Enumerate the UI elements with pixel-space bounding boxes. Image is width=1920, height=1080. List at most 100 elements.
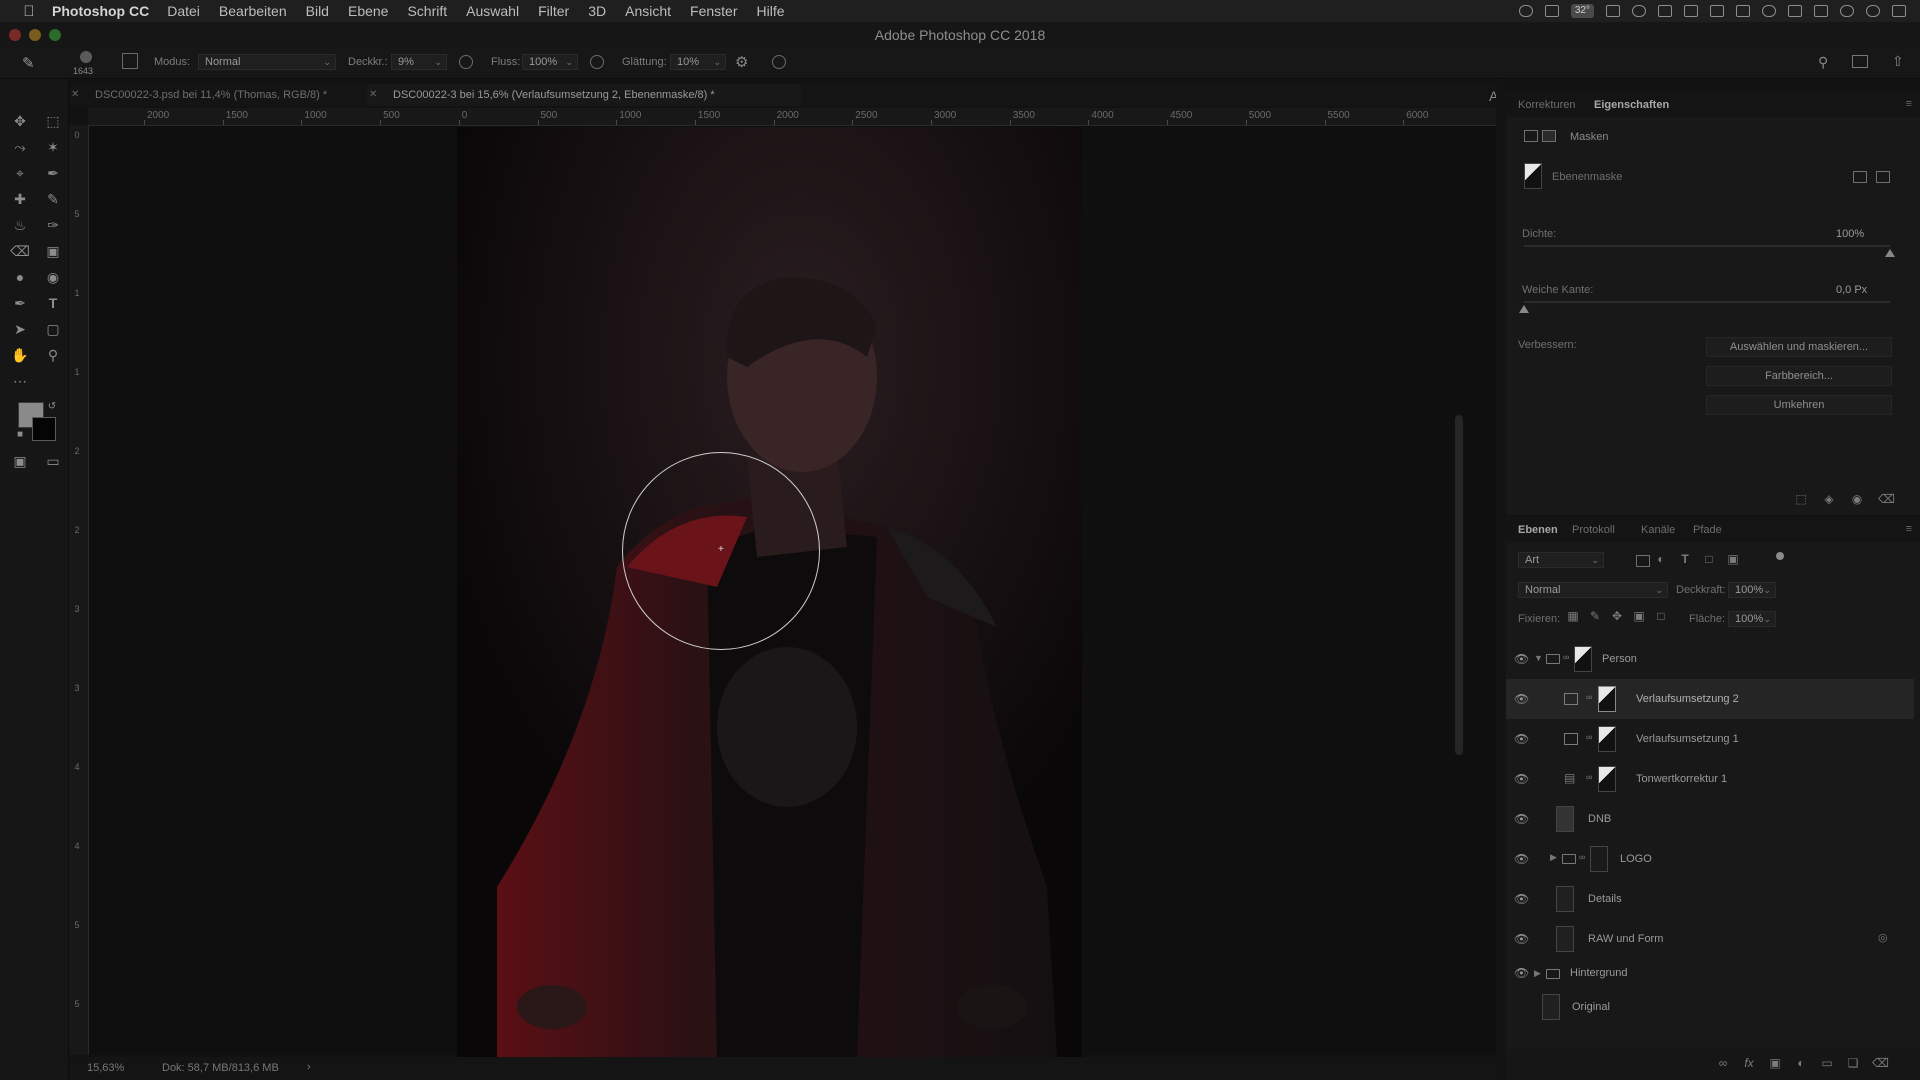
menu-ebene[interactable]: Ebene bbox=[348, 3, 388, 19]
filter-type-icon[interactable]: T bbox=[1678, 552, 1692, 566]
menu-ansicht[interactable]: Ansicht bbox=[625, 3, 671, 19]
filter-smart-object-icon[interactable]: ▣ bbox=[1726, 552, 1740, 566]
crop-tool-icon[interactable]: ⌖ bbox=[10, 163, 30, 183]
visibility-eye-icon[interactable]: 👁 bbox=[1514, 772, 1529, 786]
lock-all-icon[interactable]: □ bbox=[1654, 609, 1668, 623]
vertical-scrollbar[interactable] bbox=[1455, 415, 1463, 755]
apply-mask-icon[interactable]: ◈ bbox=[1822, 492, 1836, 506]
panel-menu-icon[interactable]: ≡ bbox=[1906, 523, 1912, 535]
move-tool-icon[interactable]: ✥ bbox=[10, 111, 30, 131]
layer-mask-thumbnail[interactable] bbox=[1598, 766, 1616, 792]
zoom-tool-icon[interactable]: ⚲ bbox=[43, 345, 63, 365]
menu-datei[interactable]: Datei bbox=[167, 3, 200, 19]
layer-row-details[interactable]: 👁 Details bbox=[1506, 879, 1914, 919]
filter-adjustment-icon[interactable]: ◐ bbox=[1654, 552, 1668, 566]
brush-tool-icon[interactable]: ✎ bbox=[43, 189, 63, 209]
new-group-icon[interactable]: ▭ bbox=[1820, 1056, 1834, 1070]
fill-input[interactable]: 100% ⌄ bbox=[1728, 611, 1776, 627]
chevron-right-icon[interactable]: ▶ bbox=[1550, 852, 1557, 863]
siri-icon[interactable] bbox=[1866, 5, 1880, 17]
notification-center-icon[interactable] bbox=[1892, 5, 1906, 17]
layer-row-tonwertkorrektur-1[interactable]: 👁 ▤ ∞ Tonwertkorrektur 1 bbox=[1506, 759, 1914, 799]
layer-row-hintergrund[interactable]: 👁 ▶ Hintergrund bbox=[1506, 959, 1914, 987]
airbrush-icon[interactable] bbox=[590, 55, 604, 69]
filter-pixel-icon[interactable] bbox=[1636, 555, 1650, 567]
app-tray-icon[interactable] bbox=[1684, 5, 1698, 17]
type-tool-icon[interactable]: T bbox=[43, 293, 63, 313]
record-icon[interactable] bbox=[1518, 5, 1533, 17]
modus-select[interactable]: Normal ⌄ bbox=[198, 54, 336, 70]
more-tools-icon[interactable]: ⋯ bbox=[10, 371, 30, 391]
delete-mask-icon[interactable]: ⌫ bbox=[1878, 492, 1895, 506]
tab-kanaele[interactable]: Kanäle bbox=[1641, 518, 1675, 542]
lock-pixels-icon[interactable]: ✎ bbox=[1588, 609, 1602, 623]
weiche-kante-value[interactable]: 0,0 Px bbox=[1836, 284, 1867, 296]
link-layers-icon[interactable]: ∞ bbox=[1716, 1056, 1730, 1070]
dichte-slider[interactable] bbox=[1524, 245, 1890, 247]
share-icon[interactable]: ⇧ bbox=[1892, 53, 1904, 70]
layer-mask-thumbnail[interactable] bbox=[1574, 646, 1592, 672]
visibility-eye-icon[interactable]: 👁 bbox=[1514, 966, 1529, 980]
toggle-mask-visibility-icon[interactable]: ◉ bbox=[1850, 492, 1864, 506]
fx-icon[interactable]: fx bbox=[1742, 1056, 1756, 1070]
filter-toggle-icon[interactable] bbox=[1776, 552, 1784, 560]
menu-app-name[interactable]: Photoshop CC bbox=[52, 3, 149, 19]
layer-mask-thumbnail[interactable] bbox=[1598, 686, 1616, 712]
tab-document-1[interactable]: ✕ DSC00022-3.psd bei 11,4% (Thomas, RGB/… bbox=[69, 84, 381, 106]
layer-row-original[interactable]: Original bbox=[1506, 987, 1914, 1027]
tab-protokoll[interactable]: Protokoll bbox=[1572, 518, 1615, 542]
pressure-opacity-icon[interactable] bbox=[459, 55, 473, 69]
weiche-kante-slider-knob[interactable] bbox=[1519, 305, 1529, 313]
eyedropper-tool-icon[interactable]: ✒ bbox=[43, 163, 63, 183]
filter-shape-icon[interactable]: □ bbox=[1702, 552, 1716, 566]
horizontal-ruler[interactable]: 2000 1500 1000 500 0 500 1000 1500 2000 2500 3000 3… bbox=[88, 108, 1496, 126]
screen-mode-icon[interactable]: ▭ bbox=[43, 451, 63, 471]
new-adjustment-layer-icon[interactable]: ◐ bbox=[1794, 1056, 1808, 1070]
menu-filter[interactable]: Filter bbox=[538, 3, 569, 19]
auswaehlen-maskieren-button[interactable]: Auswählen und maskieren... bbox=[1706, 337, 1892, 357]
visibility-eye-icon[interactable]: 👁 bbox=[1514, 892, 1529, 906]
menu-hilfe[interactable]: Hilfe bbox=[757, 3, 785, 19]
layer-row-verlaufsumsetzung-1[interactable]: 👁 ∞ Verlaufsumsetzung 1 bbox=[1506, 719, 1914, 759]
add-vector-mask-icon[interactable] bbox=[1876, 171, 1890, 183]
path-selection-tool-icon[interactable]: ➤ bbox=[10, 319, 30, 339]
grid-icon[interactable] bbox=[1544, 5, 1559, 17]
menu-bild[interactable]: Bild bbox=[306, 3, 329, 19]
layer-mask-thumbnail[interactable] bbox=[1590, 846, 1608, 872]
layer-row-verlaufsumsetzung-2[interactable]: 👁 ∞ Verlaufsumsetzung 2 bbox=[1506, 679, 1914, 719]
panel-menu-icon[interactable]: ≡ bbox=[1906, 98, 1912, 110]
opacity-input[interactable]: 100% ⌄ bbox=[1728, 582, 1776, 598]
visibility-eye-icon[interactable]: 👁 bbox=[1514, 812, 1529, 826]
background-color-swatch[interactable] bbox=[32, 417, 56, 441]
smoothing-gear-icon[interactable]: ⚙ bbox=[735, 53, 748, 71]
workspace-icon[interactable] bbox=[1852, 55, 1868, 68]
tab-ebenen[interactable]: Ebenen bbox=[1518, 518, 1558, 542]
screen-icon[interactable] bbox=[1606, 5, 1620, 17]
hand-tool-icon[interactable]: ✋ bbox=[10, 345, 30, 365]
delete-layer-icon[interactable]: ⌫ bbox=[1872, 1056, 1889, 1070]
wifi-icon[interactable] bbox=[1762, 5, 1776, 17]
spotlight-search-icon[interactable] bbox=[1840, 5, 1854, 17]
apple-icon[interactable]:  bbox=[20, 3, 38, 20]
close-tab-icon[interactable]: ✕ bbox=[369, 84, 377, 106]
zoom-level[interactable]: 15,63% bbox=[87, 1062, 124, 1074]
brush-preset-swatch[interactable] bbox=[80, 51, 92, 63]
quick-mask-icon[interactable]: ▣ bbox=[10, 451, 30, 471]
menu-schrift[interactable]: Schrift bbox=[407, 3, 447, 19]
menu-fenster[interactable]: Fenster bbox=[690, 3, 737, 19]
bluetooth-icon[interactable] bbox=[1736, 5, 1750, 17]
status-arrow-icon[interactable]: › bbox=[307, 1061, 311, 1073]
swap-colors-icon[interactable]: ↺ bbox=[42, 397, 62, 417]
layer-row-dnb[interactable]: 👁 DNB bbox=[1506, 799, 1914, 839]
tab-korrekturen[interactable]: Korrekturen bbox=[1518, 93, 1575, 117]
shape-tool-icon[interactable]: ▢ bbox=[43, 319, 63, 339]
lock-position-icon[interactable]: ✥ bbox=[1610, 609, 1624, 623]
dichte-value[interactable]: 100% bbox=[1836, 228, 1864, 240]
tab-document-2[interactable]: ✕ DSC00022-3 bei 15,6% (Verlaufsumsetzun… bbox=[367, 84, 801, 106]
layer-row-logo[interactable]: 👁 ▶ ∞ LOGO bbox=[1506, 839, 1914, 879]
airplay-icon[interactable] bbox=[1788, 5, 1802, 17]
dodge-tool-icon[interactable]: ◉ bbox=[43, 267, 63, 287]
layer-row-raw-und-form[interactable]: 👁 RAW und Form ◎ bbox=[1506, 919, 1914, 959]
layer-filter-select[interactable]: Art ⌄ bbox=[1518, 552, 1604, 568]
farbbereich-button[interactable]: Farbbereich... bbox=[1706, 366, 1892, 386]
